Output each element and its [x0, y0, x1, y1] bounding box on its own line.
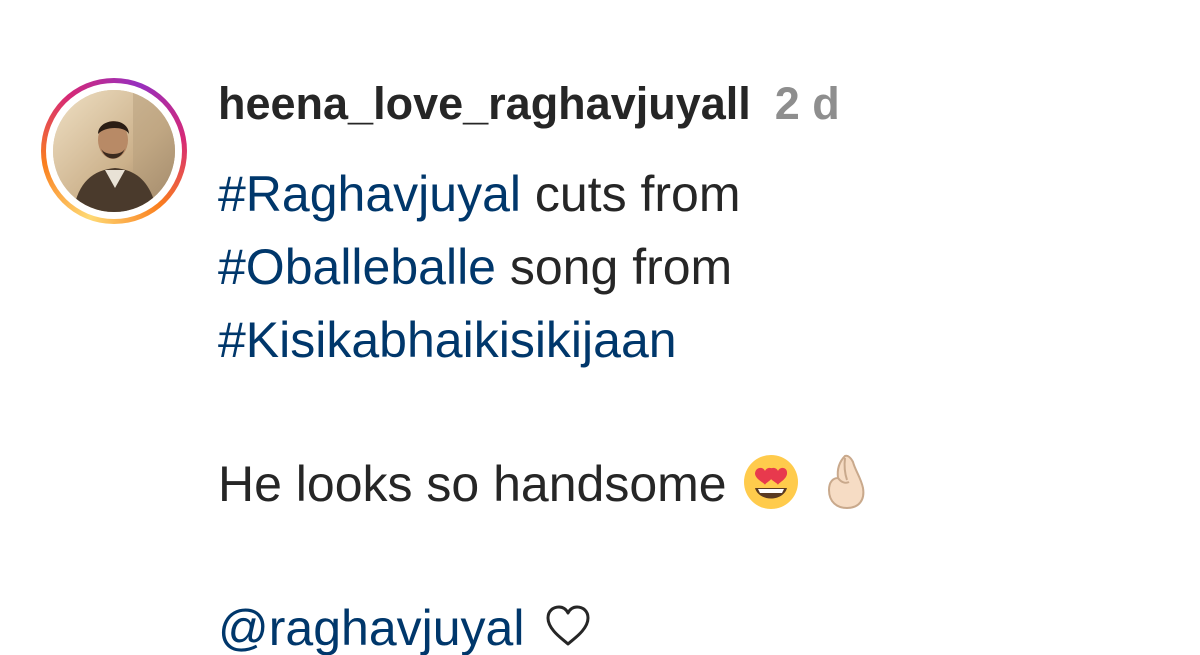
comment-text-segment: [524, 600, 538, 655]
hashtag-link[interactable]: #Kisikabhaikisikijaan: [218, 312, 677, 368]
comment-text: #Raghavjuyal cuts from #Oballeballe song…: [218, 158, 1178, 655]
comment-header: heena_love_raghavjuyall 2 d: [218, 76, 840, 132]
comment-line: #Oballeballe song from: [218, 231, 1178, 304]
comment-line: #Raghavjuyal cuts from: [218, 158, 1178, 231]
comment-text-segment: cuts from: [520, 166, 741, 222]
hashtag-link[interactable]: #Oballeballe: [218, 239, 496, 295]
comment-line: @raghavjuyal: [218, 592, 1178, 655]
heart-eyes-emoji-icon: [743, 454, 798, 509]
comment-text-segment: song from: [495, 239, 733, 295]
comment-line: #Kisikabhaikisikijaan: [218, 304, 1178, 377]
story-ring[interactable]: [41, 78, 187, 224]
line-break: [218, 521, 1178, 592]
comment-item: heena_love_raghavjuyall 2 d #Raghavjuyal …: [0, 0, 1200, 655]
line-break: [218, 377, 1178, 448]
timestamp[interactable]: 2 d: [775, 78, 840, 129]
hashtag-link[interactable]: #Raghavjuyal: [218, 166, 521, 222]
username-link[interactable]: heena_love_raghavjuyall: [218, 78, 751, 129]
avatar-photo: [53, 90, 175, 212]
mention-link[interactable]: @raghavjuyal: [218, 600, 524, 655]
avatar-frame: [46, 83, 182, 219]
comment-text-segment: He looks so handsome: [218, 456, 741, 512]
heart-outline-icon: [546, 605, 590, 646]
pinched-fingers-emoji-icon: [827, 454, 864, 509]
avatar[interactable]: [53, 90, 175, 212]
comment-line: He looks so handsome: [218, 448, 1178, 521]
